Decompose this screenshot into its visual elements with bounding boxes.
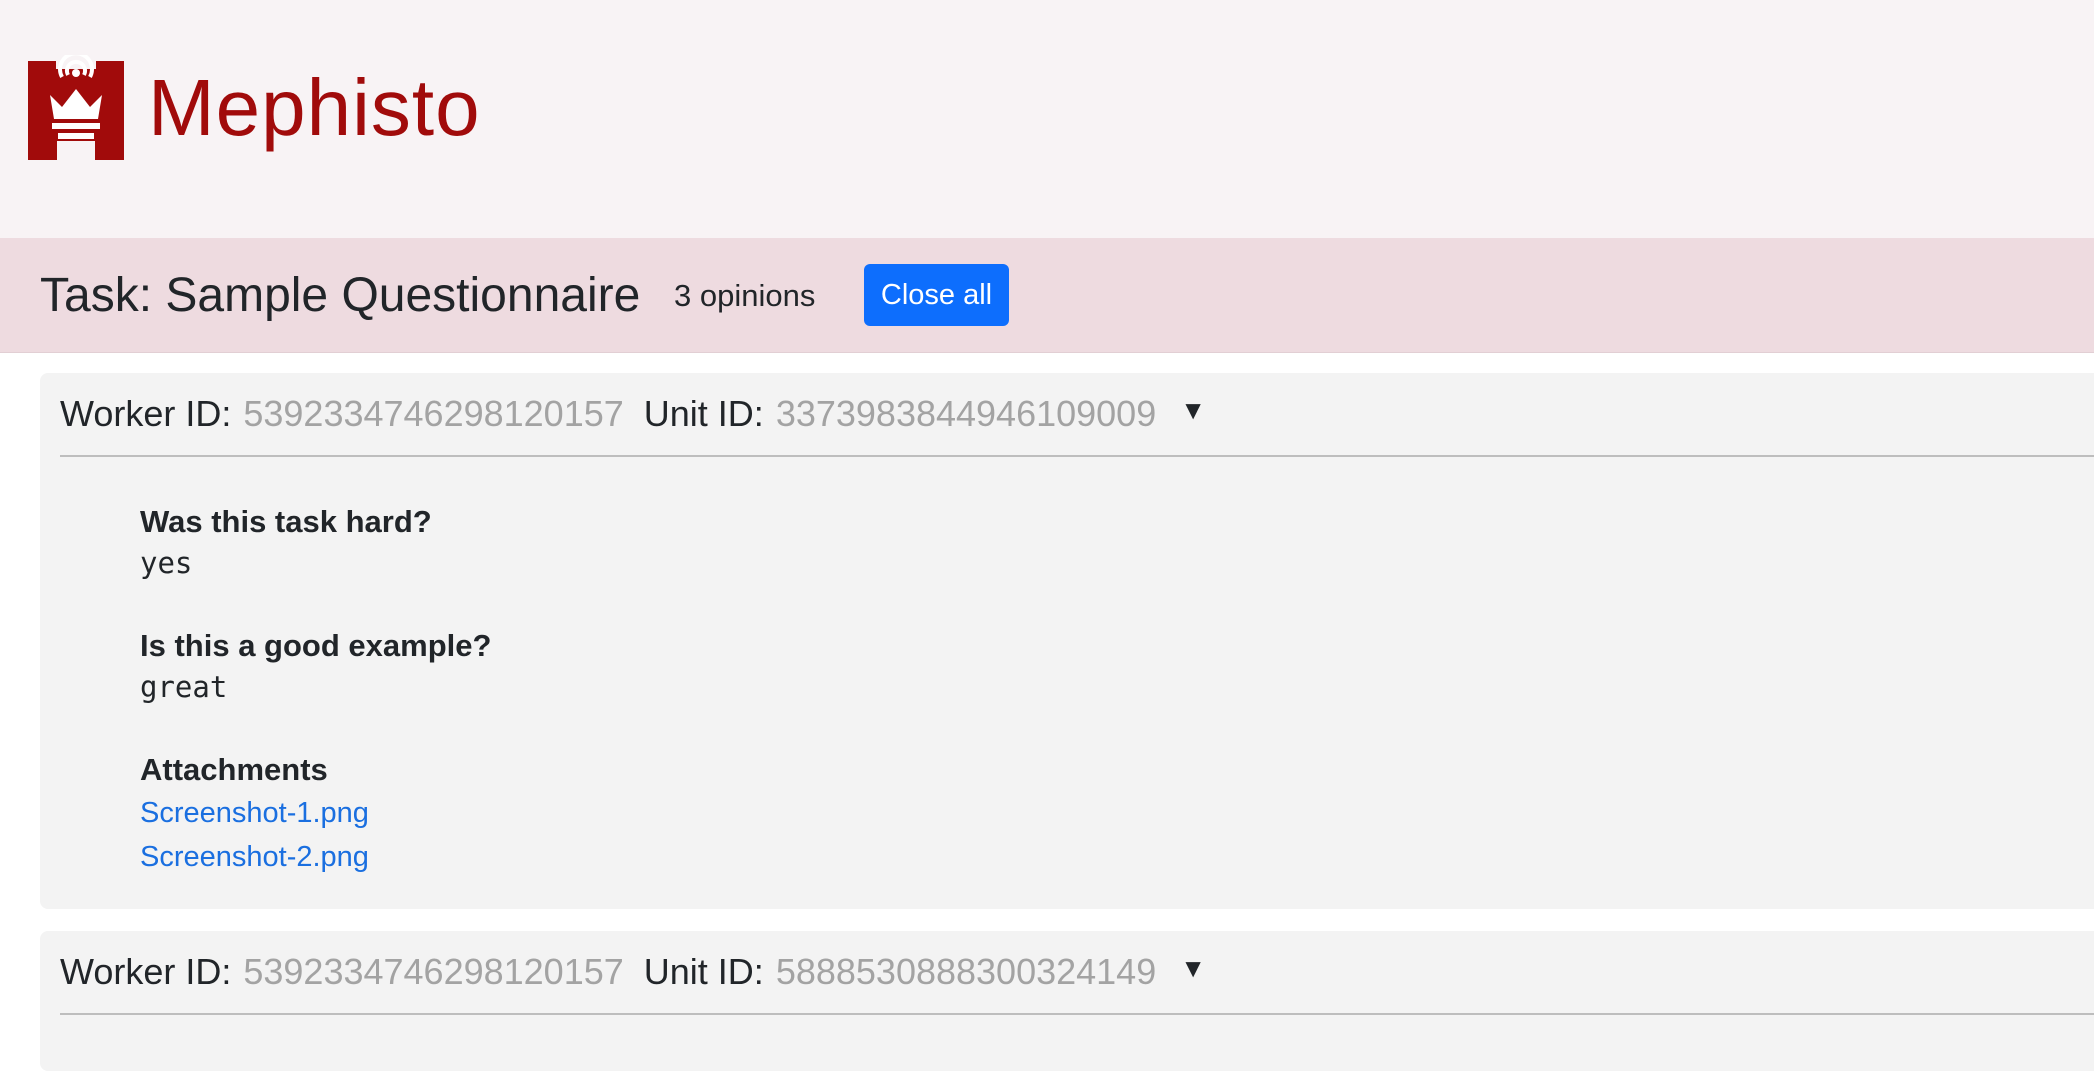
answer-value: yes bbox=[140, 546, 193, 580]
unit-id-label: Unit ID: bbox=[643, 393, 764, 434]
opinion-card: Worker ID: 5392334746298120157 Unit ID: … bbox=[40, 373, 2094, 909]
question-label: Is this a good example? bbox=[140, 628, 492, 663]
triangle-down-icon[interactable]: ▼ bbox=[1180, 953, 1206, 984]
opinion-card-header[interactable]: Worker ID: 5392334746298120157 Unit ID: … bbox=[60, 931, 2094, 1015]
worker-id-value: 5392334746298120157 bbox=[243, 951, 624, 992]
worker-id-label: Worker ID: bbox=[60, 393, 232, 434]
unit-id-label: Unit ID: bbox=[643, 951, 764, 992]
opinions-count: 3 opinions bbox=[674, 278, 816, 313]
attachment-link[interactable]: Screenshot-2.png bbox=[140, 835, 491, 879]
brand[interactable]: Mephisto bbox=[28, 55, 481, 160]
attachments-heading: Attachments bbox=[140, 752, 328, 787]
unit-id-value: 3373983844946109009 bbox=[775, 393, 1157, 434]
attachment-link[interactable]: Screenshot-1.png bbox=[140, 791, 491, 835]
opinion-card: Worker ID: 5392334746298120157 Unit ID: … bbox=[40, 931, 2094, 1071]
worker-id-value: 5392334746298120157 bbox=[243, 393, 624, 434]
close-all-button[interactable]: Close all bbox=[864, 264, 1009, 326]
answer-value: great bbox=[140, 670, 228, 704]
triangle-down-icon[interactable]: ▼ bbox=[1180, 395, 1206, 426]
worker-id-label: Worker ID: bbox=[60, 951, 232, 992]
question-label: Was this task hard? bbox=[140, 504, 432, 539]
opinion-card-header[interactable]: Worker ID: 5392334746298120157 Unit ID: … bbox=[60, 373, 2094, 457]
unit-id-value: 5888530888300324149 bbox=[775, 951, 1157, 992]
app-name: Mephisto bbox=[148, 62, 481, 152]
task-title: Task: Sample Questionnaire bbox=[40, 269, 641, 322]
opinion-card-body: Was this task hard? yes Is this a good e… bbox=[140, 501, 491, 879]
mephisto-crown-logo-icon bbox=[28, 55, 124, 160]
app-header: Mephisto bbox=[0, 0, 2094, 238]
